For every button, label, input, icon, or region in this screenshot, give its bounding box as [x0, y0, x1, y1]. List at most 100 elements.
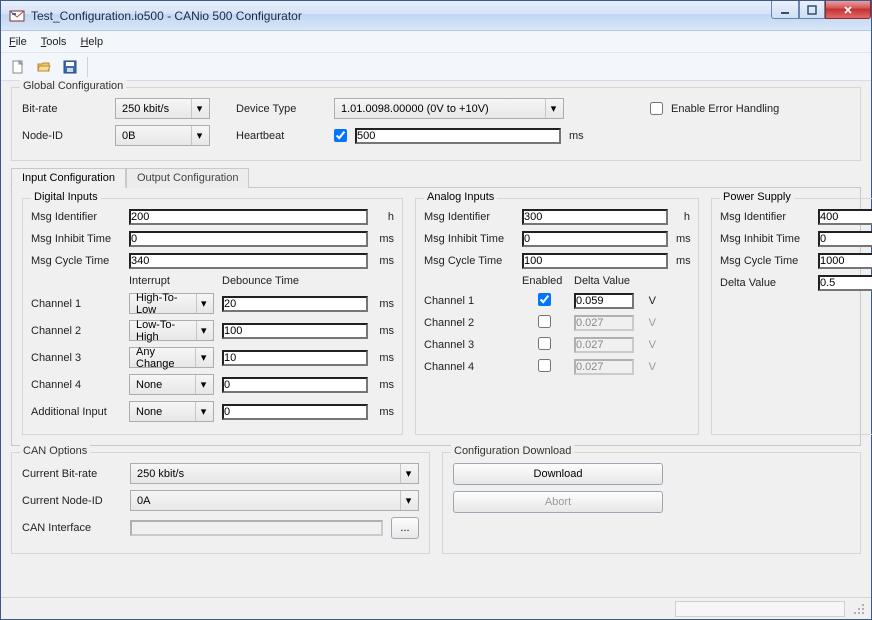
- di-ch4-deb[interactable]: [222, 377, 368, 393]
- tab-container: Input Configuration Output Configuration…: [11, 167, 861, 446]
- ai-ch3-en[interactable]: [538, 337, 551, 350]
- unit-h: h: [676, 211, 690, 223]
- devtype-label: Device Type: [236, 103, 326, 115]
- cur-bitrate-label: Current Bit-rate: [22, 468, 122, 480]
- minimize-button[interactable]: [771, 1, 799, 19]
- menubar: File Tools Help: [1, 31, 871, 53]
- menu-file[interactable]: File: [9, 36, 27, 48]
- ps-msgid-field[interactable]: [818, 209, 872, 225]
- cur-bitrate-combo[interactable]: 250 kbit/s▾: [130, 463, 419, 484]
- ps-cycle-field[interactable]: [818, 253, 872, 269]
- unit-h: h: [376, 211, 394, 223]
- di-ch1-label: Channel 1: [31, 298, 121, 310]
- di-cycle-label: Msg Cycle Time: [31, 255, 121, 267]
- heartbeat-checkbox[interactable]: [334, 129, 347, 142]
- download-legend: Configuration Download: [451, 445, 574, 457]
- di-ch3-int[interactable]: Any Change▾: [129, 347, 214, 368]
- app-window: Test_Configuration.io500 - CANio 500 Con…: [0, 0, 872, 620]
- di-ch2-deb[interactable]: [222, 323, 368, 339]
- can-iface-field: [130, 520, 383, 536]
- ai-ch2-label: Channel 2: [424, 317, 514, 329]
- close-button[interactable]: [825, 1, 871, 19]
- analog-inputs-group: Analog Inputs Msg Identifierh Msg Inhibi…: [415, 198, 699, 435]
- ai-ch4-en[interactable]: [538, 359, 551, 372]
- ps-dv-label: Delta Value: [720, 277, 810, 289]
- ai-ch2-en[interactable]: [538, 315, 551, 328]
- titlebar: Test_Configuration.io500 - CANio 500 Con…: [1, 1, 871, 31]
- cur-nodeid-combo[interactable]: 0A▾: [130, 490, 419, 511]
- di-msgid-field[interactable]: [129, 209, 368, 225]
- di-msgid-label: Msg Identifier: [31, 211, 121, 223]
- heartbeat-field[interactable]: [355, 128, 561, 144]
- ai-ch2-dv: [574, 315, 634, 331]
- di-inhibit-field[interactable]: [129, 231, 368, 247]
- unit-v: V: [642, 295, 656, 307]
- download-button[interactable]: Download: [453, 463, 663, 485]
- errhandling-checkbox[interactable]: [650, 102, 663, 115]
- app-icon: [9, 8, 25, 24]
- ai-ch4-label: Channel 4: [424, 361, 514, 373]
- ai-ch4-dv: [574, 359, 634, 375]
- di-ch1-int[interactable]: High-To-Low▾: [129, 293, 214, 314]
- menu-help[interactable]: Help: [80, 36, 103, 48]
- unit-ms: ms: [376, 379, 394, 391]
- client-area: Global Configuration Bit-rate 250 kbit/s…: [1, 81, 871, 597]
- deltaval-header: Delta Value: [574, 275, 630, 287]
- open-file-icon[interactable]: [33, 56, 55, 78]
- di-cycle-field[interactable]: [129, 253, 368, 269]
- resize-grip-icon[interactable]: [851, 601, 867, 617]
- ps-msgid-label: Msg Identifier: [720, 211, 810, 223]
- ps-cycle-label: Msg Cycle Time: [720, 255, 810, 267]
- ai-inhibit-field[interactable]: [522, 231, 668, 247]
- statusbar: [1, 597, 871, 619]
- heartbeat-unit: ms: [569, 130, 584, 142]
- maximize-button[interactable]: [799, 1, 825, 19]
- di-ch4-label: Channel 4: [31, 379, 121, 391]
- unit-v: V: [642, 317, 656, 329]
- unit-ms: ms: [376, 298, 394, 310]
- config-download-group: Configuration Download Download Abort: [442, 452, 861, 554]
- abort-button: Abort: [453, 491, 663, 513]
- unit-v: V: [642, 361, 656, 373]
- interrupt-header: Interrupt: [129, 275, 214, 287]
- canopt-legend: CAN Options: [20, 445, 90, 457]
- unit-ms: ms: [676, 255, 690, 267]
- devtype-combo[interactable]: 1.01.0098.00000 (0V to +10V)▾: [334, 98, 564, 119]
- ai-inhibit-label: Msg Inhibit Time: [424, 233, 514, 245]
- nodeid-combo[interactable]: 0B▾: [115, 125, 210, 146]
- cur-nodeid-label: Current Node-ID: [22, 495, 122, 507]
- ai-ch1-en[interactable]: [538, 293, 551, 306]
- window-buttons: [771, 1, 871, 30]
- di-ch1-deb[interactable]: [222, 296, 368, 312]
- new-file-icon[interactable]: [7, 56, 29, 78]
- di-ch2-int[interactable]: Low-To-High▾: [129, 320, 214, 341]
- di-add-label: Additional Input: [31, 406, 121, 418]
- ai-cycle-field[interactable]: [522, 253, 668, 269]
- global-legend: Global Configuration: [20, 80, 126, 92]
- digital-legend: Digital Inputs: [31, 191, 101, 203]
- browse-button[interactable]: ...: [391, 517, 419, 539]
- tab-input-config[interactable]: Input Configuration: [11, 168, 126, 188]
- toolbar-sep: [87, 57, 88, 77]
- heartbeat-label: Heartbeat: [236, 130, 326, 142]
- ps-dv-field[interactable]: [818, 275, 872, 291]
- menu-tools[interactable]: Tools: [41, 36, 67, 48]
- di-ch3-deb[interactable]: [222, 350, 368, 366]
- power-supply-group: Power Supply Msg Identifierh Msg Inhibit…: [711, 198, 872, 435]
- toolbar: [1, 53, 871, 81]
- tab-output-config[interactable]: Output Configuration: [126, 168, 250, 188]
- di-add-int[interactable]: None▾: [129, 401, 214, 422]
- di-add-deb[interactable]: [222, 404, 368, 420]
- unit-ms: ms: [376, 325, 394, 337]
- chevron-down-icon: ▾: [545, 99, 561, 118]
- unit-ms: ms: [376, 233, 394, 245]
- ai-ch1-dv[interactable]: [574, 293, 634, 309]
- global-config-group: Global Configuration Bit-rate 250 kbit/s…: [11, 87, 861, 161]
- chevron-down-icon: ▾: [191, 99, 207, 118]
- bitrate-combo[interactable]: 250 kbit/s▾: [115, 98, 210, 119]
- di-ch4-int[interactable]: None▾: [129, 374, 214, 395]
- ai-msgid-field[interactable]: [522, 209, 668, 225]
- ps-inhibit-field[interactable]: [818, 231, 872, 247]
- save-file-icon[interactable]: [59, 56, 81, 78]
- ai-ch3-dv: [574, 337, 634, 353]
